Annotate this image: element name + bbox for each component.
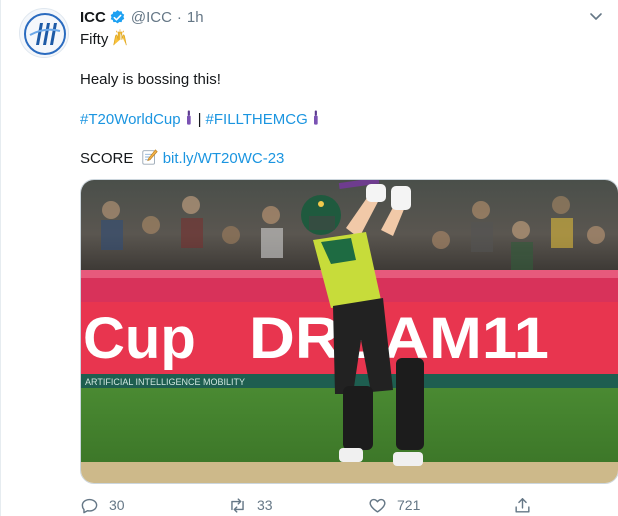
tweet-header: ICC @ICC · 1h bbox=[80, 6, 204, 28]
score-link[interactable]: bit.ly/WT20WC-23 bbox=[163, 150, 285, 167]
like-count: 721 bbox=[397, 497, 421, 513]
tweet-photo[interactable]: Cup DREAM11 ARTIFICIAL INTELLIGENCE MOBI… bbox=[80, 179, 618, 484]
retweet-button[interactable]: 33 bbox=[228, 496, 273, 515]
retweet-count: 33 bbox=[257, 497, 273, 513]
retweet-icon bbox=[231, 497, 244, 513]
tweet-actions: 30 33 721 bbox=[80, 494, 550, 516]
raised-hands-icon bbox=[111, 29, 129, 53]
share-button[interactable] bbox=[513, 496, 542, 515]
reply-button[interactable]: 30 bbox=[80, 496, 125, 515]
tweet-text-line1: Fifty bbox=[80, 29, 129, 53]
author-handle[interactable]: @ICC bbox=[131, 9, 172, 26]
cricket-bat-icon bbox=[184, 109, 194, 133]
reply-count: 30 bbox=[109, 497, 125, 513]
like-button[interactable]: 721 bbox=[368, 496, 420, 515]
tweet-text-fifty: Fifty bbox=[80, 31, 109, 48]
tweet-score-line: SCORE bit.ly/WT20WC-23 bbox=[80, 148, 284, 172]
hashtag-t20worldcup[interactable]: #T20WorldCup bbox=[80, 111, 181, 128]
cricket-batter-photo: Cup DREAM11 ARTIFICIAL INTELLIGENCE MOBI… bbox=[81, 180, 618, 483]
score-label: SCORE bbox=[80, 150, 134, 167]
heart-icon bbox=[369, 498, 386, 513]
cricket-bat-icon bbox=[311, 109, 321, 133]
chevron-down-icon[interactable] bbox=[588, 8, 604, 24]
boundary-text: ARTIFICIAL INTELLIGENCE MOBILITY bbox=[85, 377, 245, 387]
share-icon bbox=[515, 497, 530, 513]
icc-logo-icon bbox=[20, 9, 68, 57]
avatar[interactable] bbox=[19, 8, 69, 58]
tweet-hashtags: #T20WorldCup | #FILLTHEMCG bbox=[80, 109, 321, 133]
author-name[interactable]: ICC bbox=[80, 9, 106, 26]
memo-icon bbox=[141, 148, 159, 172]
tweet-card[interactable]: ICC @ICC · 1h Fifty Healy is bossing thi… bbox=[0, 0, 618, 516]
header-separator: · bbox=[176, 8, 182, 26]
hashtag-divider: | bbox=[197, 111, 202, 128]
reply-icon bbox=[81, 498, 98, 513]
hashtag-fillthemcg[interactable]: #FILLTHEMCG bbox=[206, 111, 308, 128]
tweet-timestamp[interactable]: 1h bbox=[187, 9, 204, 26]
tweet-text-line2: Healy is bossing this! bbox=[80, 71, 221, 88]
banner-left-text: Cup bbox=[83, 306, 196, 371]
verified-badge-icon bbox=[109, 9, 126, 26]
